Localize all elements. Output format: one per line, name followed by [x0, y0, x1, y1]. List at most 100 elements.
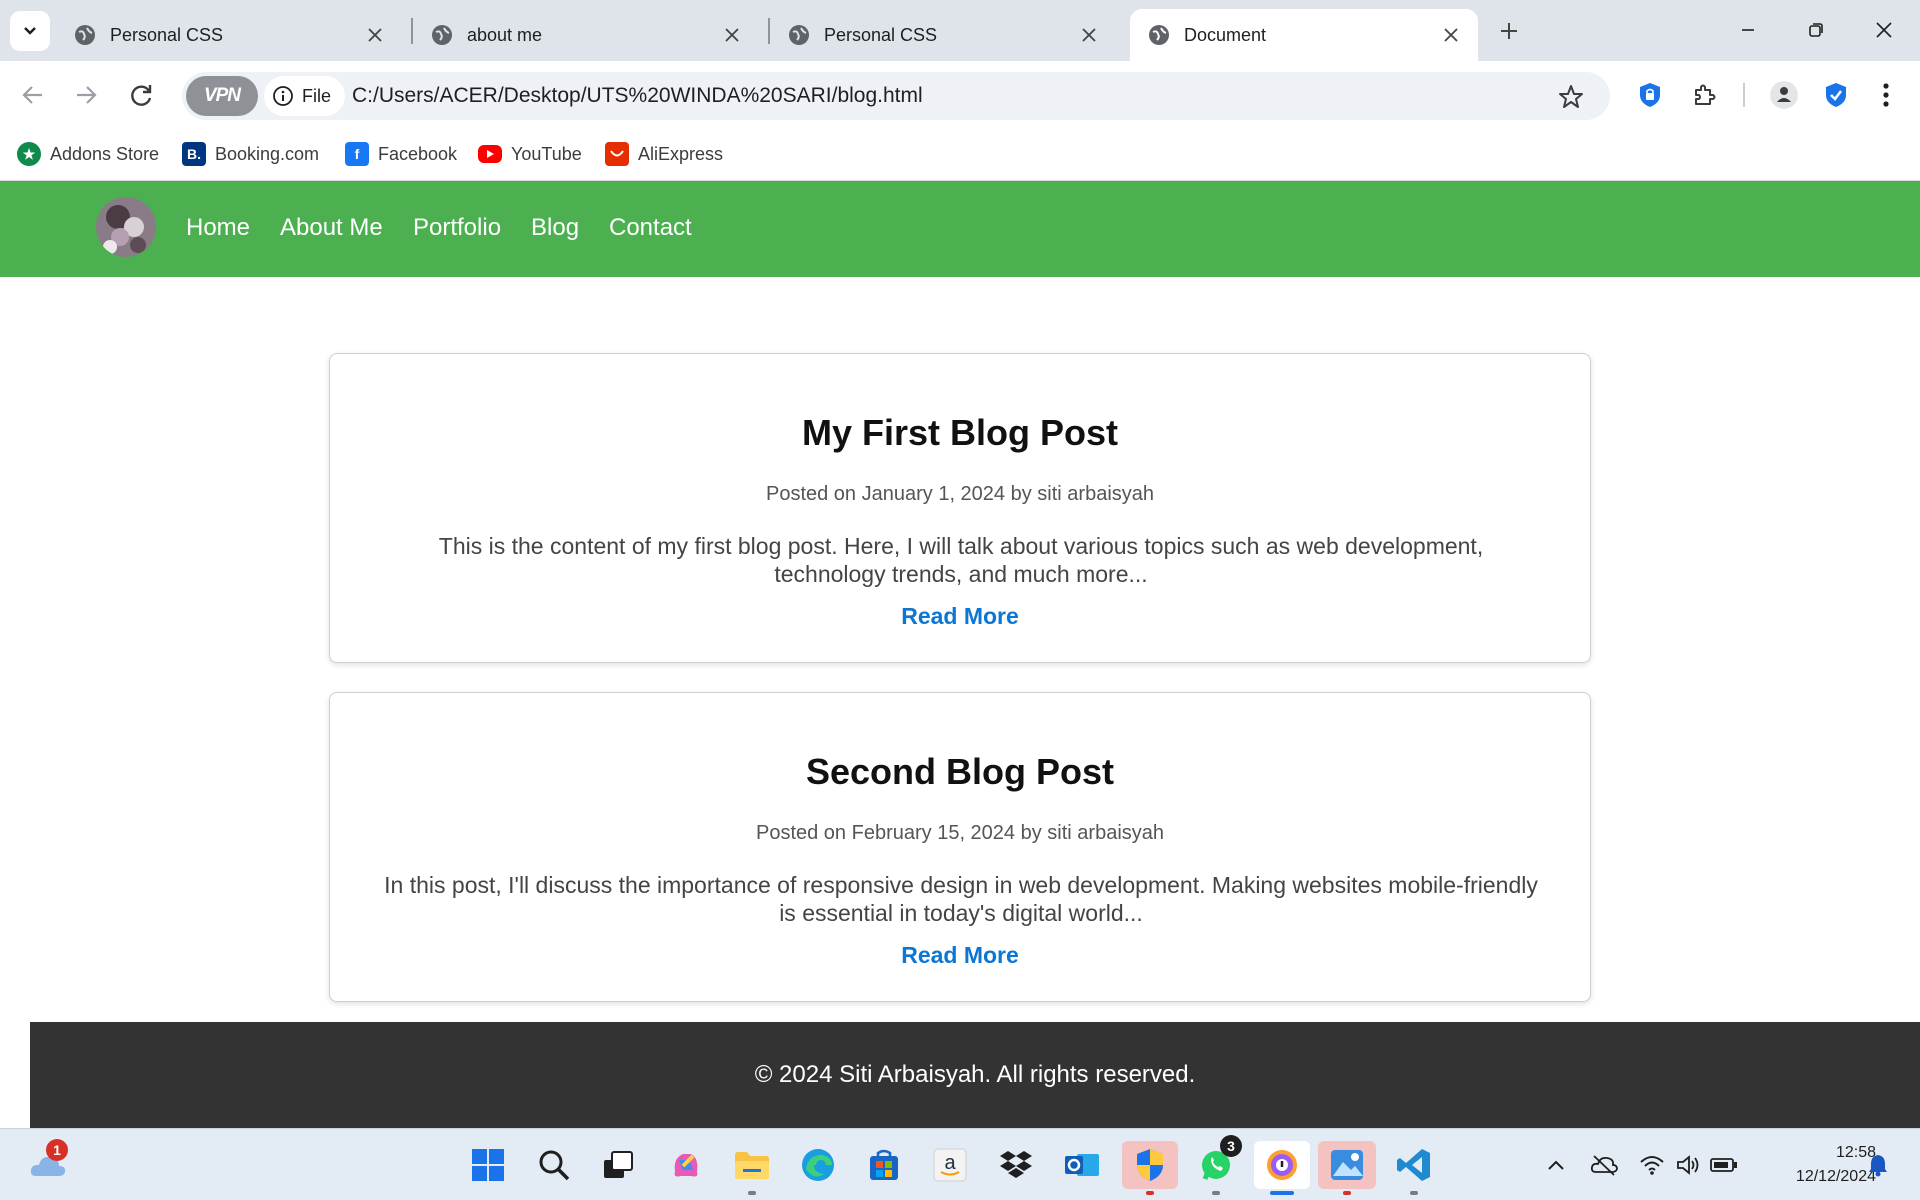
- youtube-icon: [478, 145, 502, 163]
- nav-link-home[interactable]: Home: [186, 213, 250, 243]
- bookmark-youtube[interactable]: YouTube: [478, 139, 582, 169]
- minimize-icon: [1742, 29, 1754, 31]
- globe-icon: [789, 25, 809, 45]
- nav-link-blog[interactable]: Blog: [531, 213, 579, 243]
- microsoft-store-app[interactable]: [860, 1141, 908, 1189]
- vpn-button[interactable]: VPN: [186, 76, 258, 116]
- tab-title: Personal CSS: [824, 24, 938, 45]
- vscode-app[interactable]: [1390, 1141, 1438, 1195]
- site-navbar: Home About Me Portfolio Blog Contact: [0, 181, 1920, 277]
- close-icon[interactable]: [364, 24, 386, 46]
- bookmarks-bar: ★ Addons Store B. Booking.com f Facebook…: [0, 129, 1920, 181]
- tab-strip: Personal CSS about me Personal CSS Docum…: [0, 0, 1920, 61]
- new-tab-button[interactable]: [1494, 16, 1524, 46]
- edge-app[interactable]: [794, 1141, 842, 1189]
- outlook-icon: [1065, 1154, 1099, 1176]
- battery-tray[interactable]: [1710, 1151, 1738, 1179]
- nav-link-contact[interactable]: Contact: [609, 213, 692, 243]
- browser-app[interactable]: [1254, 1141, 1310, 1195]
- security-app[interactable]: [1122, 1141, 1178, 1195]
- blog-post-card: My First Blog Post Posted on January 1, …: [329, 353, 1591, 663]
- close-window-button[interactable]: [1856, 8, 1912, 52]
- running-indicator: [1410, 1191, 1418, 1195]
- restore-button[interactable]: [1788, 8, 1844, 52]
- amazon-icon: a: [933, 1148, 967, 1182]
- address-bar[interactable]: VPN File C:/Users/ACER/Desktop/UTS%20WIN…: [182, 72, 1610, 120]
- wifi-tray[interactable]: [1638, 1151, 1666, 1179]
- whatsapp-app[interactable]: 3: [1192, 1135, 1242, 1195]
- task-view-button[interactable]: [594, 1141, 642, 1189]
- file-label: File: [302, 85, 332, 106]
- close-icon[interactable]: [1440, 24, 1462, 46]
- facebook-icon: f: [345, 142, 369, 166]
- tray-overflow-button[interactable]: [1542, 1151, 1570, 1179]
- chevron-down-icon: [24, 27, 36, 35]
- bookmark-booking[interactable]: B. Booking.com: [182, 139, 319, 169]
- url-text[interactable]: C:/Users/ACER/Desktop/UTS%20WINDA%20SARI…: [352, 72, 923, 120]
- amazon-app[interactable]: a: [926, 1141, 974, 1189]
- windows-security-icon: [1137, 1149, 1163, 1181]
- bookmark-facebook[interactable]: f Facebook: [345, 139, 457, 169]
- vscode-icon: [1397, 1149, 1430, 1181]
- photos-icon: [1331, 1150, 1363, 1180]
- outlook-app[interactable]: [1058, 1141, 1106, 1189]
- post-meta: Posted on February 15, 2024 by siti arba…: [755, 822, 1165, 844]
- forward-button[interactable]: [66, 75, 106, 115]
- tab-search-button[interactable]: [10, 11, 50, 51]
- tab-document[interactable]: Document: [1130, 9, 1478, 61]
- onedrive-tray[interactable]: [1590, 1151, 1618, 1179]
- clock[interactable]: 12:58 12/12/2024: [1756, 1141, 1876, 1189]
- start-button[interactable]: [464, 1141, 512, 1189]
- post-title: Second Blog Post: [805, 751, 1115, 792]
- security-extension[interactable]: [1818, 77, 1854, 113]
- back-button[interactable]: [13, 75, 53, 115]
- back-arrow-icon: [22, 86, 42, 104]
- extensions-button[interactable]: [1686, 77, 1722, 113]
- dropbox-app[interactable]: [992, 1141, 1040, 1189]
- windows-icon: [472, 1149, 504, 1181]
- bookmark-addons-store[interactable]: ★ Addons Store: [17, 139, 159, 169]
- weather-widget[interactable]: 1: [24, 1139, 72, 1189]
- shield-check-icon: [1826, 83, 1846, 107]
- reload-button[interactable]: [121, 75, 161, 115]
- tab-personal-css-1[interactable]: Personal CSS: [56, 9, 402, 61]
- booking-icon: B.: [182, 142, 206, 166]
- menu-button[interactable]: [1868, 77, 1904, 113]
- bookmark-label: Addons Store: [50, 143, 160, 164]
- globe-icon: [432, 25, 452, 45]
- close-icon[interactable]: [721, 24, 743, 46]
- notification-badge: 1: [46, 1139, 68, 1161]
- bookmark-aliexpress[interactable]: AliExpress: [605, 139, 723, 169]
- minimize-button[interactable]: [1720, 8, 1776, 52]
- running-indicator: [1343, 1191, 1351, 1195]
- nav-link-portfolio[interactable]: Portfolio: [413, 213, 501, 243]
- active-indicator: [1270, 1191, 1294, 1195]
- shield-lock-icon: [1640, 83, 1660, 107]
- info-icon: [273, 86, 293, 106]
- photos-app[interactable]: [1318, 1141, 1376, 1195]
- volume-tray[interactable]: [1674, 1151, 1702, 1179]
- notification-center-button[interactable]: [1864, 1151, 1892, 1179]
- close-icon[interactable]: [1078, 24, 1100, 46]
- tab-title: Personal CSS: [110, 24, 224, 45]
- search-button[interactable]: [530, 1141, 578, 1189]
- tab-personal-css-2[interactable]: Personal CSS: [770, 9, 1116, 61]
- read-more-link[interactable]: Read More: [330, 603, 1590, 630]
- edge-icon: [802, 1149, 834, 1181]
- tab-title: about me: [467, 24, 543, 45]
- profile-button[interactable]: [1766, 77, 1802, 113]
- running-indicator: [1212, 1191, 1220, 1195]
- tab-title: Document: [1184, 24, 1267, 45]
- profile-icon: [1770, 81, 1798, 109]
- copilot-app[interactable]: [662, 1141, 710, 1189]
- nav-link-about-me[interactable]: About Me: [280, 213, 383, 243]
- tab-about-me[interactable]: about me: [413, 9, 759, 61]
- browser-icon: [1267, 1150, 1297, 1180]
- read-more-link[interactable]: Read More: [330, 942, 1590, 969]
- site-info-chip[interactable]: File: [264, 76, 346, 116]
- globe-icon: [75, 25, 95, 45]
- password-manager-extension[interactable]: [1632, 77, 1668, 113]
- file-explorer-app[interactable]: [728, 1141, 776, 1195]
- bookmark-star-icon[interactable]: [1557, 83, 1585, 111]
- running-indicator: [748, 1191, 756, 1195]
